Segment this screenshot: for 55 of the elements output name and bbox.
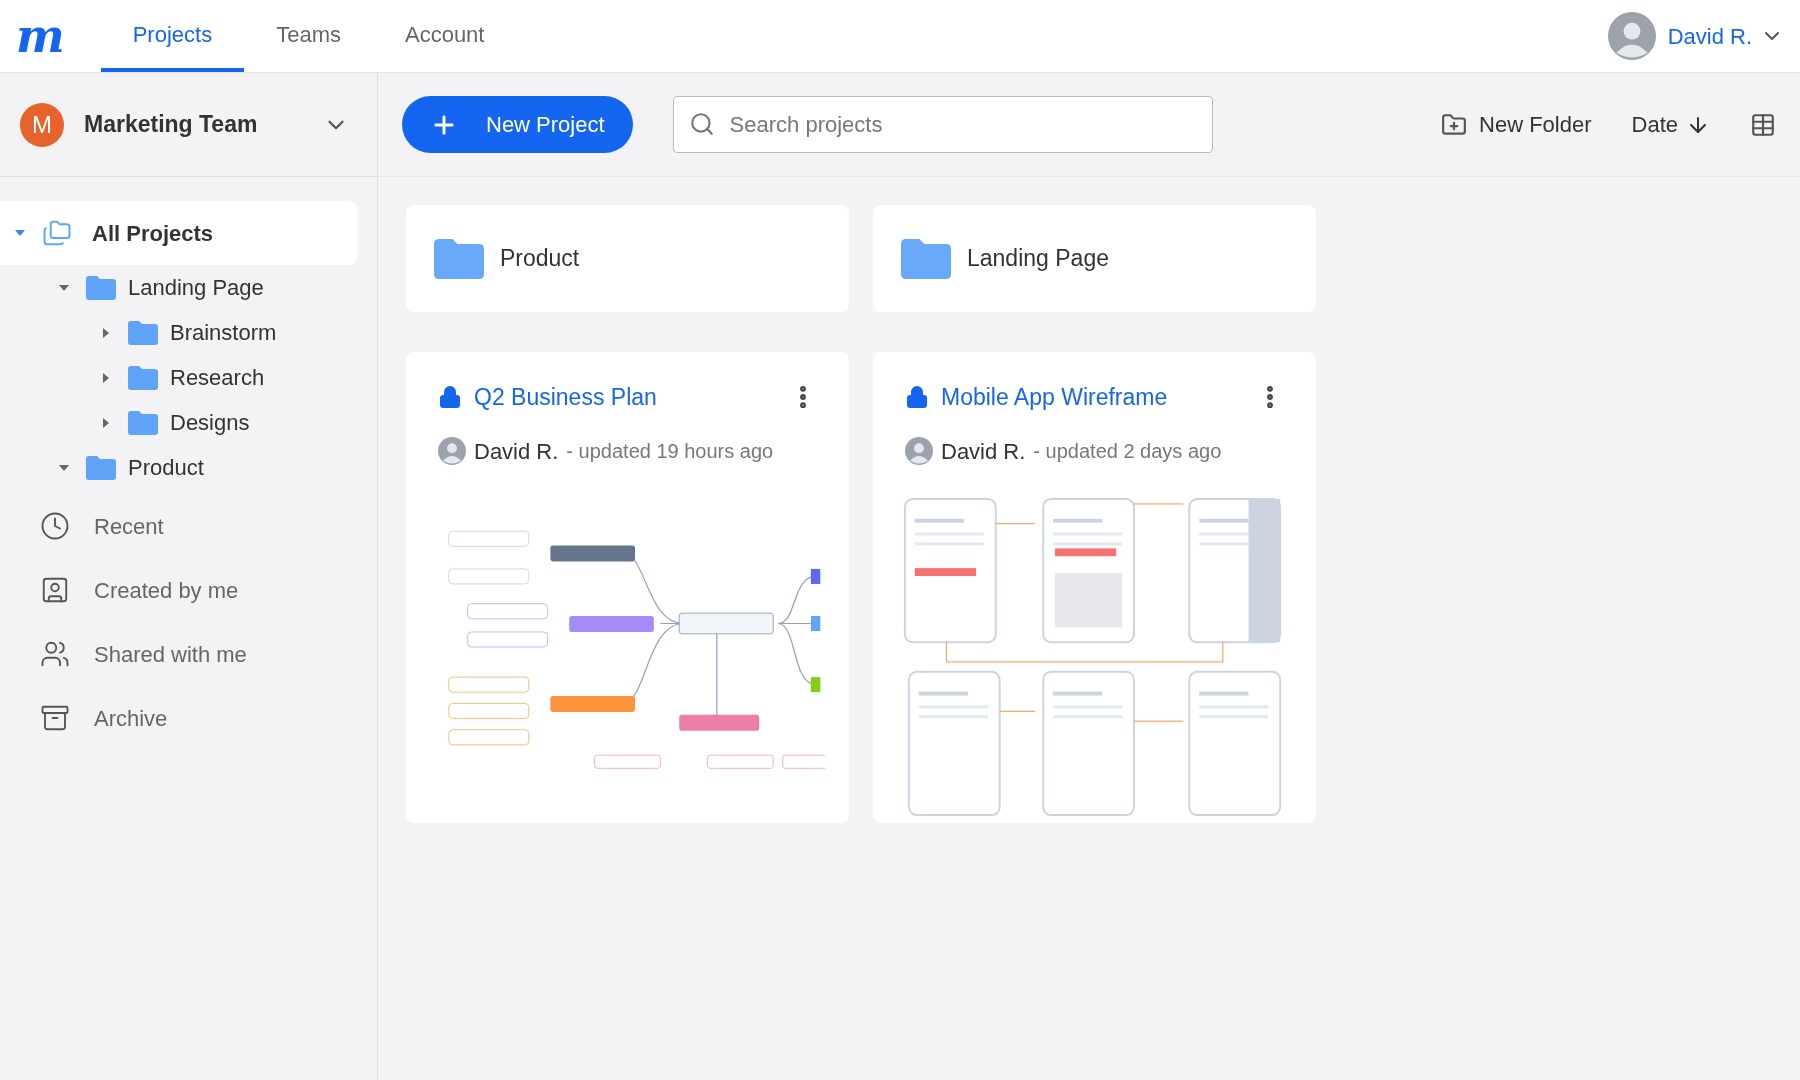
project-title[interactable]: Q2 Business Plan bbox=[474, 380, 657, 415]
tree-item[interactable]: All Projects bbox=[0, 201, 357, 265]
updated-text: - updated 2 days ago bbox=[1033, 439, 1222, 464]
nav-tab[interactable]: Teams bbox=[244, 0, 373, 72]
team-avatar: M bbox=[20, 102, 64, 147]
project-card[interactable]: Mobile App Wireframe David R. - updated 2 days ago bbox=[873, 352, 1316, 823]
avatar-icon bbox=[1607, 12, 1656, 60]
nav-item[interactable]: Archive bbox=[0, 686, 377, 750]
users-icon bbox=[40, 639, 70, 669]
folder-card[interactable]: Product bbox=[406, 205, 849, 312]
folder-icon bbox=[901, 237, 951, 280]
table-view-icon[interactable] bbox=[1750, 111, 1776, 138]
project-title[interactable]: Mobile App Wireframe bbox=[941, 380, 1168, 415]
author-name: David R. bbox=[941, 437, 1026, 466]
user-menu-button[interactable]: David R. bbox=[1667, 19, 1784, 53]
folder-icon bbox=[86, 455, 116, 480]
tree-label: Brainstorm bbox=[170, 319, 277, 347]
nav-item[interactable]: Shared with me bbox=[0, 622, 377, 686]
tree-label: Landing Page bbox=[128, 274, 264, 302]
folders-icon bbox=[42, 218, 72, 248]
new-folder-button[interactable]: New Folder bbox=[1441, 108, 1592, 141]
folder-icon bbox=[86, 275, 116, 300]
folder-icon bbox=[128, 365, 158, 390]
tree-item[interactable]: Research bbox=[0, 355, 357, 400]
nav-tab[interactable]: Projects bbox=[100, 0, 245, 72]
logo[interactable]: m bbox=[0, 0, 81, 72]
tree-label: All Projects bbox=[92, 219, 214, 248]
search-icon bbox=[688, 111, 715, 137]
folder-icon bbox=[128, 410, 158, 435]
sort-button[interactable]: Date bbox=[1631, 108, 1710, 141]
folder-plus-icon bbox=[1441, 111, 1468, 138]
tree-item[interactable]: Product bbox=[0, 445, 357, 490]
folder-card[interactable]: Landing Page bbox=[873, 205, 1316, 312]
tree-item[interactable]: Landing Page bbox=[0, 265, 357, 310]
updated-text: - updated 19 hours ago bbox=[566, 439, 774, 464]
avatar-icon bbox=[905, 437, 933, 465]
avatar-icon bbox=[438, 437, 466, 465]
clock-icon bbox=[40, 511, 70, 541]
new-project-button[interactable]: New Project bbox=[402, 96, 633, 153]
tree-label: Product bbox=[128, 454, 204, 482]
nav-tab[interactable]: Account bbox=[372, 0, 517, 72]
tree-item[interactable]: Designs bbox=[0, 400, 357, 445]
tree-label: Designs bbox=[170, 409, 250, 437]
person-icon bbox=[40, 575, 70, 605]
tree-label: Research bbox=[170, 364, 265, 392]
nav-item[interactable]: Recent bbox=[0, 494, 377, 558]
folder-icon bbox=[434, 237, 484, 280]
team-name[interactable]: Marketing Team bbox=[84, 107, 258, 142]
nav-item[interactable]: Created by me bbox=[0, 558, 377, 622]
search-field[interactable]: Search projects bbox=[672, 96, 1213, 153]
folder-icon bbox=[128, 320, 158, 345]
tree-item[interactable]: Brainstorm bbox=[0, 310, 357, 355]
author-name: David R. bbox=[474, 437, 559, 466]
archive-icon bbox=[40, 703, 70, 733]
project-card[interactable]: Q2 Business Plan David R. - updated 19 hours ago bbox=[406, 352, 849, 823]
